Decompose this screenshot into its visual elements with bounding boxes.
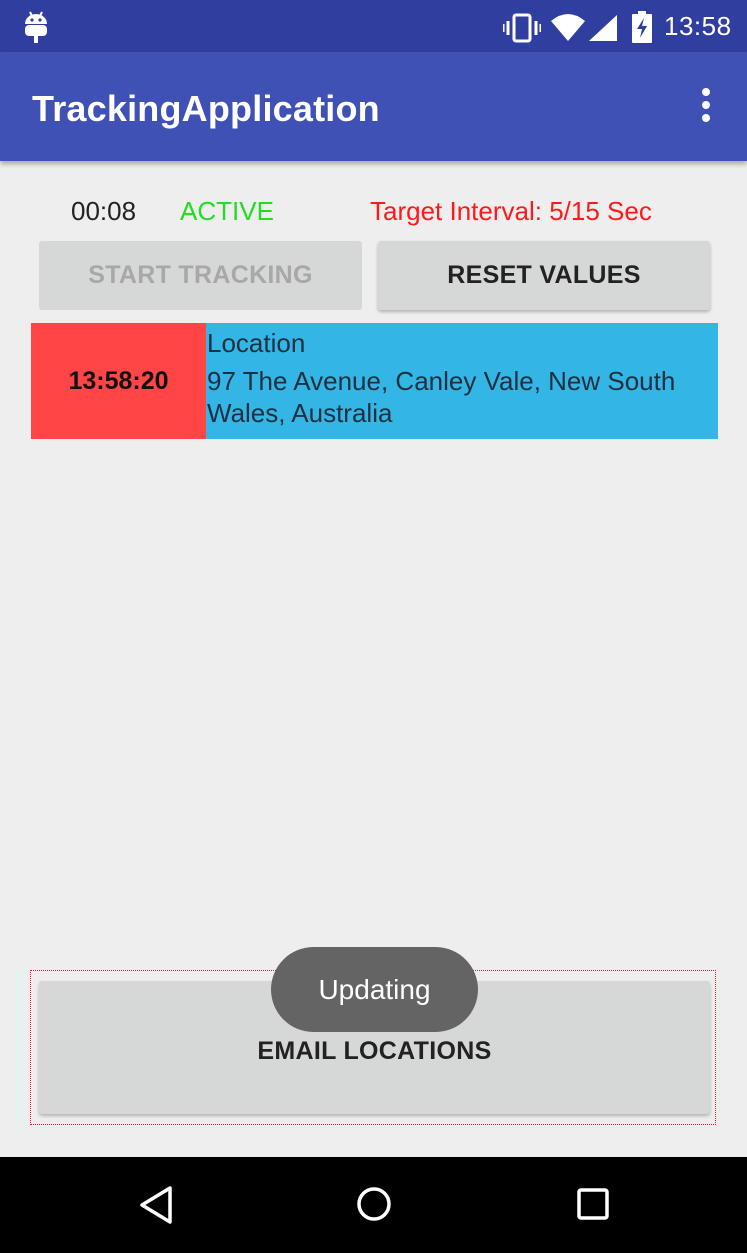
location-label: Location — [207, 328, 306, 358]
status-bar: 13:58 — [0, 0, 747, 52]
home-icon[interactable] — [355, 1185, 393, 1223]
cell-signal-icon — [589, 15, 617, 41]
tracking-status: ACTIVE — [180, 196, 274, 226]
navigation-bar — [0, 1157, 747, 1253]
location-address: 97 The Avenue, Canley Vale, New South Wa… — [207, 366, 676, 428]
wifi-icon — [551, 14, 585, 41]
toast-message: Updating — [271, 947, 478, 1032]
battery-charging-icon — [632, 11, 652, 43]
status-clock: 13:58 — [664, 11, 732, 41]
more-vert-icon[interactable] — [690, 86, 722, 126]
location-time: 13:58:20 — [31, 323, 206, 439]
vibrate-icon — [503, 13, 541, 43]
target-interval: Target Interval: 5/15 Sec — [370, 196, 652, 226]
elapsed-timer: 00:08 — [71, 196, 137, 226]
location-info: Location 97 The Avenue, Canley Vale, New… — [206, 323, 718, 439]
app-title: TrackingApplication — [32, 88, 380, 129]
start-tracking-button[interactable]: START TRACKING — [39, 241, 362, 310]
app-bar: TrackingApplication — [0, 52, 747, 161]
location-row[interactable]: 13:58:20 Location 97 The Avenue, Canley … — [31, 323, 718, 439]
reset-values-button[interactable]: RESET VALUES — [378, 241, 710, 310]
recents-icon[interactable] — [576, 1187, 610, 1221]
back-icon[interactable] — [138, 1185, 174, 1225]
android-debug-icon — [25, 11, 47, 43]
